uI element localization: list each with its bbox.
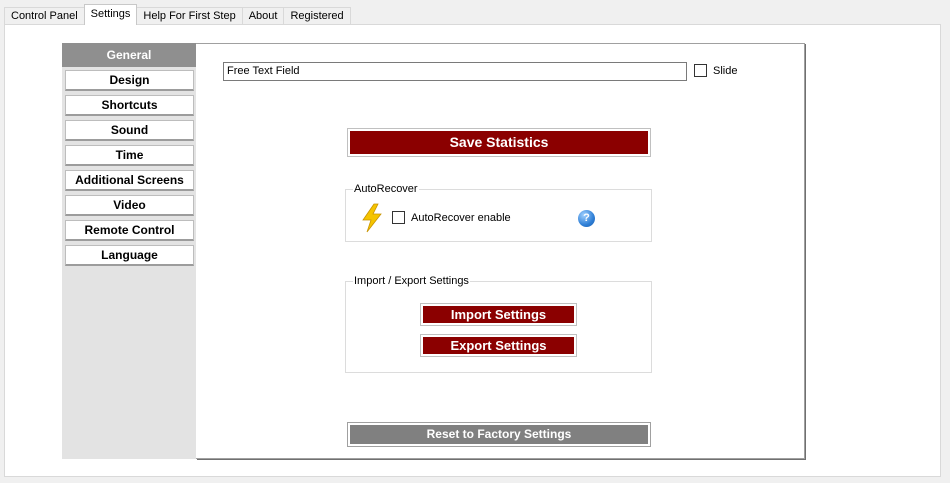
settings-nav-panel: General Design Shortcuts Sound Time Addi… <box>62 43 196 459</box>
nav-item-language[interactable]: Language <box>65 245 194 266</box>
tab-control-panel[interactable]: Control Panel <box>4 7 85 25</box>
import-settings-button[interactable]: Import Settings <box>420 303 577 326</box>
free-text-field[interactable]: Free Text Field <box>223 62 687 81</box>
tab-registered[interactable]: Registered <box>283 7 351 25</box>
save-statistics-button[interactable]: Save Statistics <box>347 128 651 157</box>
autorecover-enable-checkbox[interactable] <box>392 211 405 224</box>
nav-item-sound[interactable]: Sound <box>65 120 194 141</box>
nav-item-time[interactable]: Time <box>65 145 194 166</box>
nav-item-additional-screens[interactable]: Additional Screens <box>65 170 194 191</box>
reset-factory-settings-button[interactable]: Reset to Factory Settings <box>348 423 650 446</box>
nav-item-remote-control[interactable]: Remote Control <box>65 220 194 241</box>
tab-about[interactable]: About <box>241 7 285 25</box>
lightning-icon <box>362 203 382 233</box>
import-export-group <box>345 281 652 373</box>
import-export-group-title: Import / Export Settings <box>353 275 470 288</box>
nav-item-shortcuts[interactable]: Shortcuts <box>65 95 194 116</box>
slide-label: Slide <box>713 65 738 77</box>
general-settings-panel <box>196 43 805 459</box>
help-icon[interactable]: ? <box>578 210 595 227</box>
tab-help-for-first-step[interactable]: Help For First Step <box>136 7 243 25</box>
tab-settings[interactable]: Settings <box>83 4 138 25</box>
export-settings-button[interactable]: Export Settings <box>420 334 577 357</box>
tab-strip: Control Panel Settings Help For First St… <box>4 4 351 25</box>
slide-checkbox[interactable] <box>694 64 707 77</box>
nav-item-general[interactable]: General <box>62 43 196 67</box>
autorecover-group-title: AutoRecover <box>353 183 419 196</box>
nav-item-video[interactable]: Video <box>65 195 194 216</box>
nav-item-design[interactable]: Design <box>65 70 194 91</box>
autorecover-enable-label: AutoRecover enable <box>411 212 511 224</box>
